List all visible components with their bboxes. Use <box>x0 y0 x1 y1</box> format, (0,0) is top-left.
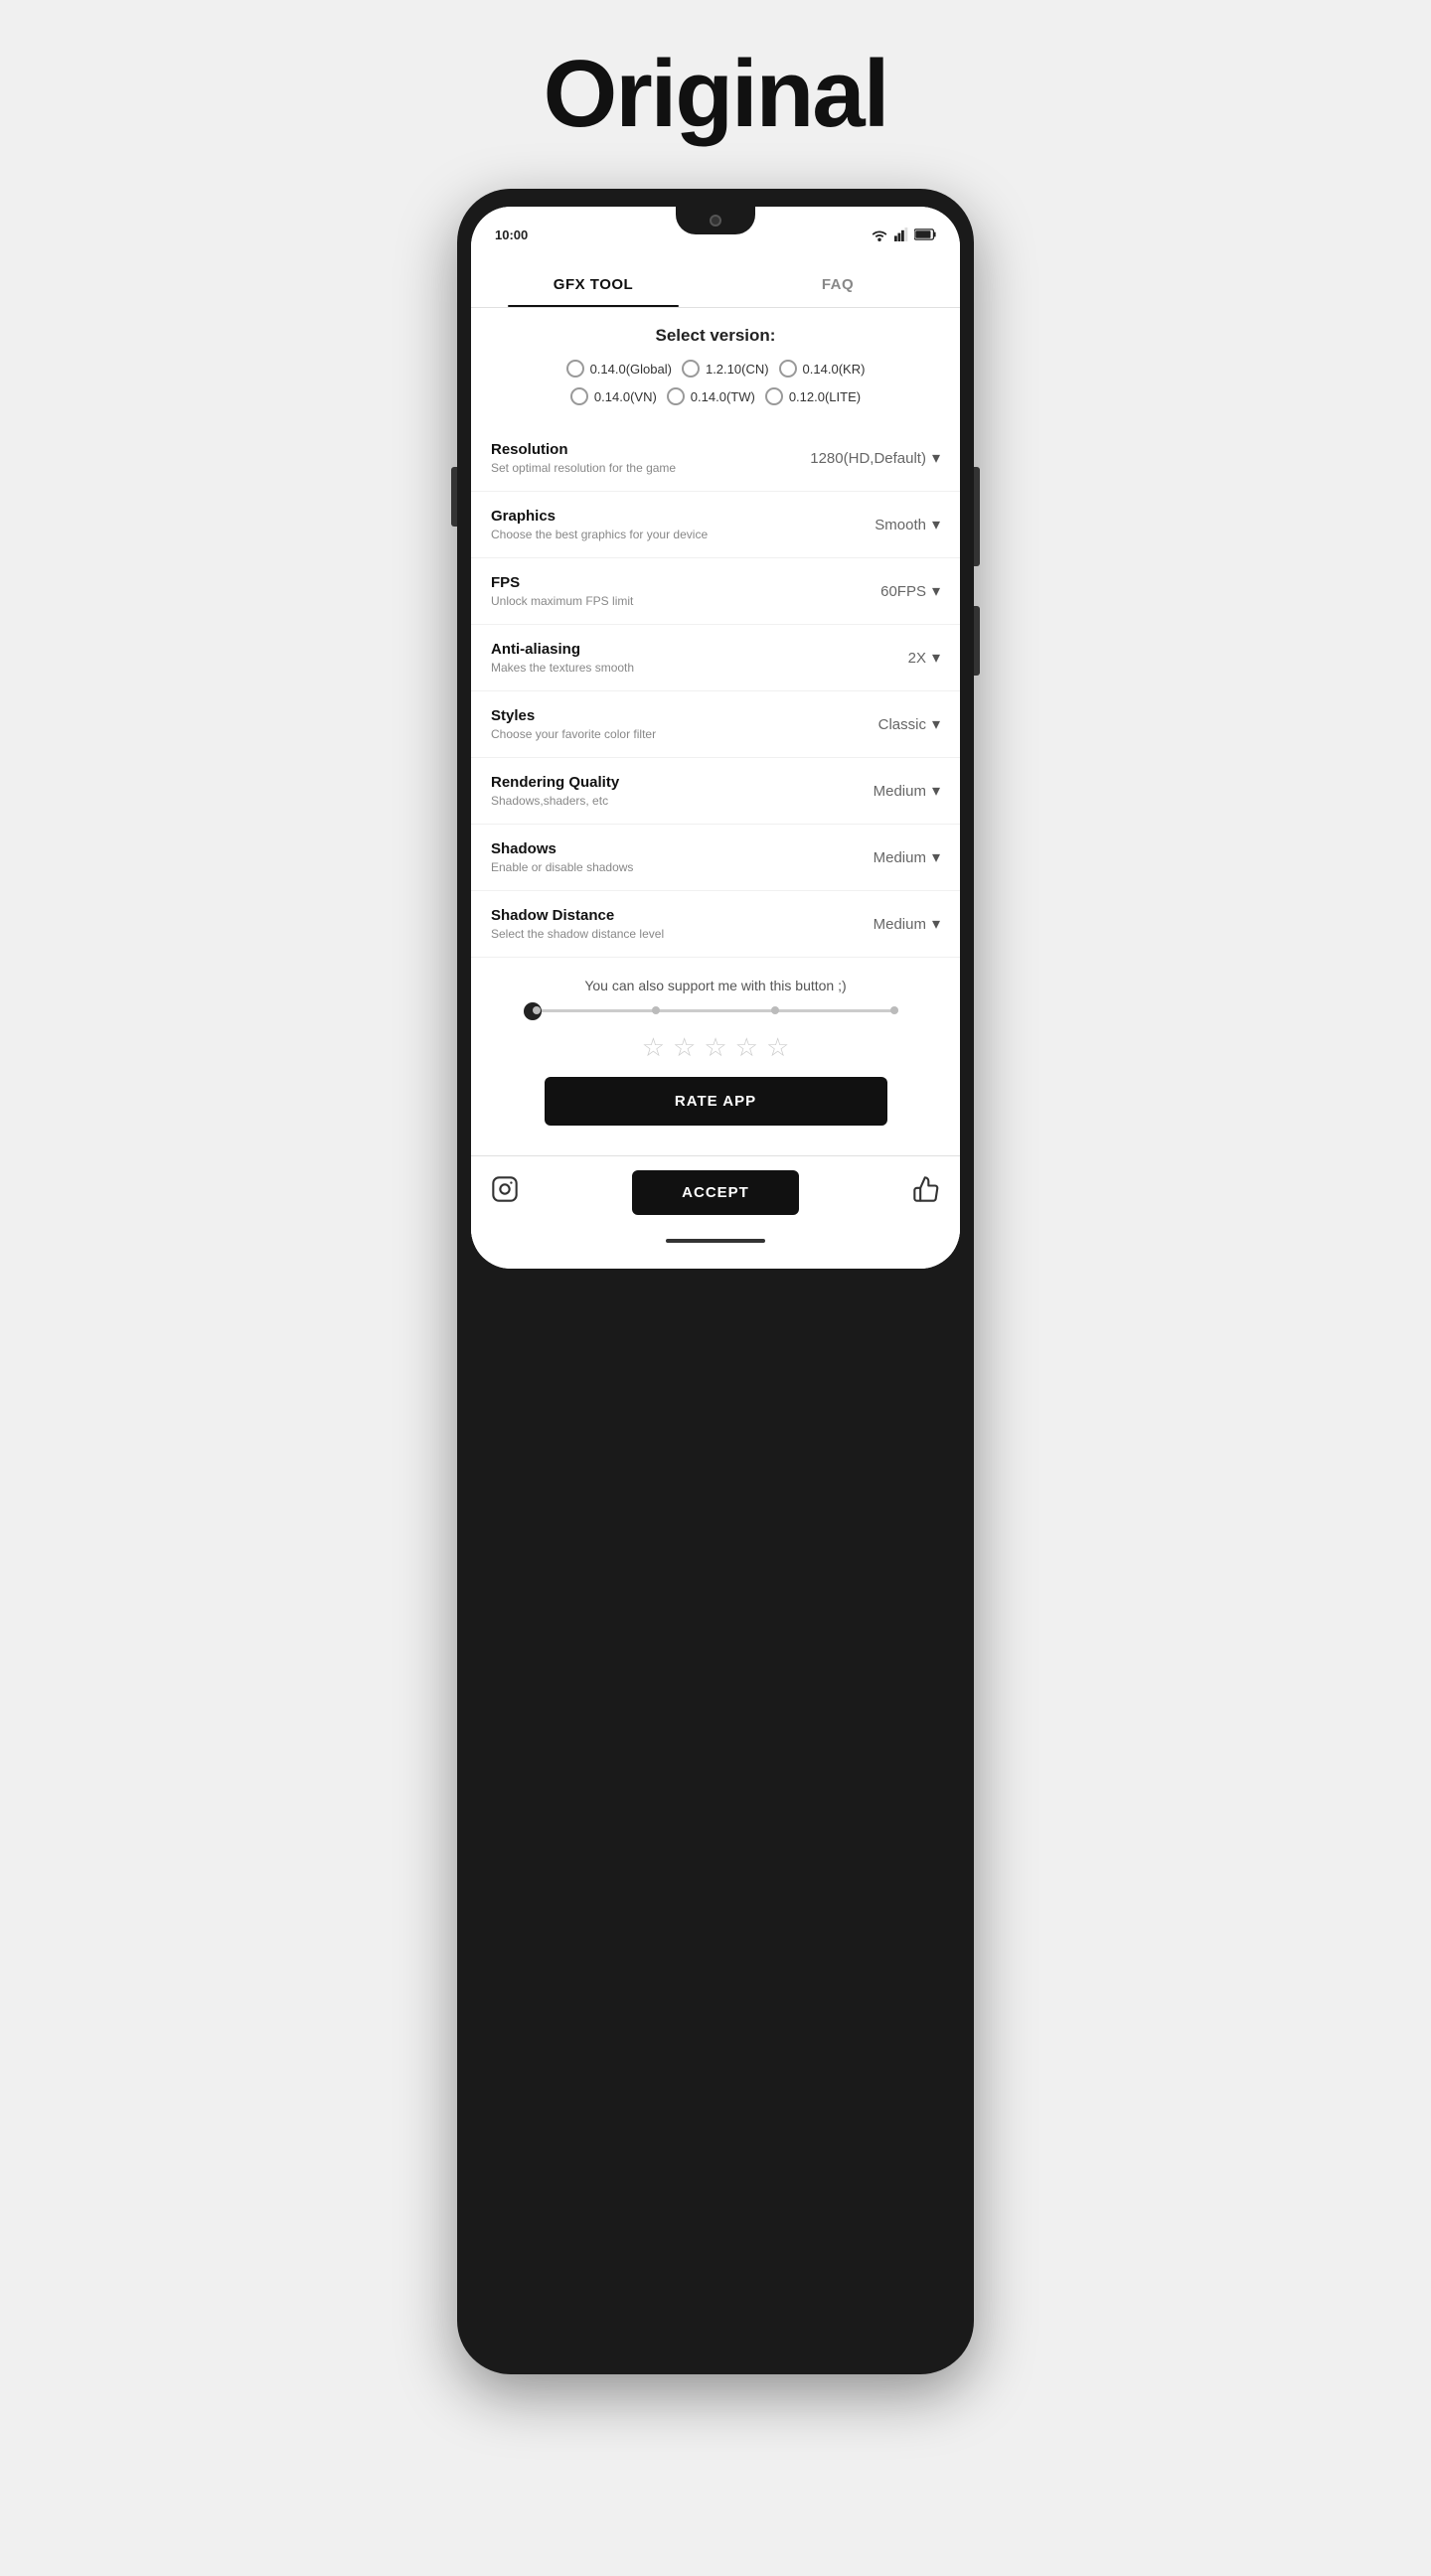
tab-gfx-tool[interactable]: GFX TOOL <box>471 262 716 307</box>
setting-resolution-label: Resolution <box>491 441 810 458</box>
setting-anti-aliasing[interactable]: Anti-aliasing Makes the textures smooth … <box>471 625 960 691</box>
star-4[interactable]: ☆ <box>735 1032 758 1063</box>
setting-rendering-quality[interactable]: Rendering Quality Shadows,shaders, etc M… <box>471 758 960 825</box>
chevron-anti-aliasing: ▾ <box>932 648 940 668</box>
setting-anti-aliasing-value[interactable]: 2X ▾ <box>908 648 940 668</box>
home-bar <box>666 1239 765 1243</box>
setting-shadow-distance[interactable]: Shadow Distance Select the shadow distan… <box>471 891 960 958</box>
setting-shadows-label: Shadows <box>491 840 874 857</box>
radio-global[interactable] <box>566 360 584 378</box>
volume-button-right <box>974 606 980 676</box>
star-2[interactable]: ☆ <box>673 1032 696 1063</box>
page-title: Original <box>544 40 888 149</box>
setting-resolution-value[interactable]: 1280(HD,Default) ▾ <box>810 448 940 468</box>
home-indicator <box>471 1229 960 1259</box>
accept-button[interactable]: ACCEPT <box>632 1170 799 1215</box>
setting-fps-label: FPS <box>491 574 880 591</box>
battery-icon <box>914 227 936 241</box>
notch <box>676 207 755 234</box>
phone-device: 10:00 <box>457 189 974 2374</box>
status-time: 10:00 <box>495 227 528 242</box>
thumbsup-icon[interactable] <box>912 1175 940 1210</box>
setting-styles-label: Styles <box>491 707 878 724</box>
setting-rendering-quality-desc: Shadows,shaders, etc <box>491 794 874 808</box>
setting-styles[interactable]: Styles Choose your favorite color filter… <box>471 691 960 758</box>
version-option-kr[interactable]: 0.14.0(KR) <box>779 360 866 378</box>
star-1[interactable]: ☆ <box>642 1032 665 1063</box>
version-title: Select version: <box>487 326 944 346</box>
setting-anti-aliasing-desc: Makes the textures smooth <box>491 661 908 675</box>
chevron-graphics: ▾ <box>932 515 940 534</box>
setting-shadow-distance-value[interactable]: Medium ▾ <box>874 914 940 934</box>
setting-shadows[interactable]: Shadows Enable or disable shadows Medium… <box>471 825 960 891</box>
version-row-2: 0.14.0(VN) 0.14.0(TW) 0.12.0(LITE) <box>487 387 944 405</box>
status-bar: 10:00 <box>471 207 960 262</box>
setting-shadow-distance-label: Shadow Distance <box>491 907 874 924</box>
app-content: Select version: 0.14.0(Global) 1.2.10(CN… <box>471 308 960 1269</box>
camera <box>710 215 721 227</box>
chevron-fps: ▾ <box>932 581 940 601</box>
star-5[interactable]: ☆ <box>766 1032 789 1063</box>
version-row-1: 0.14.0(Global) 1.2.10(CN) 0.14.0(KR) <box>487 360 944 378</box>
signal-icon <box>894 227 908 241</box>
radio-lite[interactable] <box>765 387 783 405</box>
version-section: Select version: 0.14.0(Global) 1.2.10(CN… <box>471 308 960 425</box>
version-option-tw[interactable]: 0.14.0(TW) <box>667 387 755 405</box>
setting-fps-value[interactable]: 60FPS ▾ <box>880 581 940 601</box>
support-text: You can also support me with this button… <box>487 978 944 993</box>
setting-graphics-desc: Choose the best graphics for your device <box>491 528 874 541</box>
rate-app-button[interactable]: RATE APP <box>545 1077 887 1126</box>
chevron-styles: ▾ <box>932 714 940 734</box>
setting-shadows-value[interactable]: Medium ▾ <box>874 847 940 867</box>
slider-dot-3 <box>771 1006 779 1014</box>
setting-styles-desc: Choose your favorite color filter <box>491 727 878 741</box>
wifi-icon <box>871 227 888 241</box>
slider-dot-2 <box>652 1006 660 1014</box>
phone-screen: 10:00 <box>471 207 960 1269</box>
setting-fps-desc: Unlock maximum FPS limit <box>491 594 880 608</box>
version-option-lite[interactable]: 0.12.0(LITE) <box>765 387 861 405</box>
stars-row[interactable]: ☆ ☆ ☆ ☆ ☆ <box>487 1032 944 1063</box>
setting-graphics-value[interactable]: Smooth ▾ <box>874 515 940 534</box>
slider-dot-1 <box>533 1006 541 1014</box>
setting-styles-value[interactable]: Classic ▾ <box>878 714 940 734</box>
star-3[interactable]: ☆ <box>704 1032 726 1063</box>
setting-anti-aliasing-label: Anti-aliasing <box>491 641 908 658</box>
radio-cn[interactable] <box>682 360 700 378</box>
setting-graphics-label: Graphics <box>491 508 874 525</box>
setting-fps[interactable]: FPS Unlock maximum FPS limit 60FPS ▾ <box>471 558 960 625</box>
tab-faq[interactable]: FAQ <box>716 262 960 307</box>
radio-vn[interactable] <box>570 387 588 405</box>
slider-dot-4 <box>890 1006 898 1014</box>
chevron-shadows: ▾ <box>932 847 940 867</box>
setting-rendering-quality-value[interactable]: Medium ▾ <box>874 781 940 801</box>
radio-tw[interactable] <box>667 387 685 405</box>
setting-resolution-desc: Set optimal resolution for the game <box>491 461 810 475</box>
support-section: You can also support me with this button… <box>471 958 960 1155</box>
instagram-icon[interactable] <box>491 1175 519 1210</box>
slider-dots <box>533 1006 898 1014</box>
chevron-resolution: ▾ <box>932 448 940 468</box>
setting-rendering-quality-label: Rendering Quality <box>491 774 874 791</box>
setting-shadows-desc: Enable or disable shadows <box>491 860 874 874</box>
status-icons <box>871 227 936 241</box>
tabs-bar: GFX TOOL FAQ <box>471 262 960 308</box>
bottom-bar: ACCEPT <box>471 1155 960 1229</box>
version-option-global[interactable]: 0.14.0(Global) <box>566 360 672 378</box>
radio-kr[interactable] <box>779 360 797 378</box>
version-option-vn[interactable]: 0.14.0(VN) <box>570 387 657 405</box>
chevron-rendering-quality: ▾ <box>932 781 940 801</box>
setting-shadow-distance-desc: Select the shadow distance level <box>491 927 874 941</box>
setting-graphics[interactable]: Graphics Choose the best graphics for yo… <box>471 492 960 558</box>
version-option-cn[interactable]: 1.2.10(CN) <box>682 360 769 378</box>
slider-track[interactable] <box>533 1009 898 1012</box>
chevron-shadow-distance: ▾ <box>932 914 940 934</box>
setting-resolution[interactable]: Resolution Set optimal resolution for th… <box>471 425 960 492</box>
